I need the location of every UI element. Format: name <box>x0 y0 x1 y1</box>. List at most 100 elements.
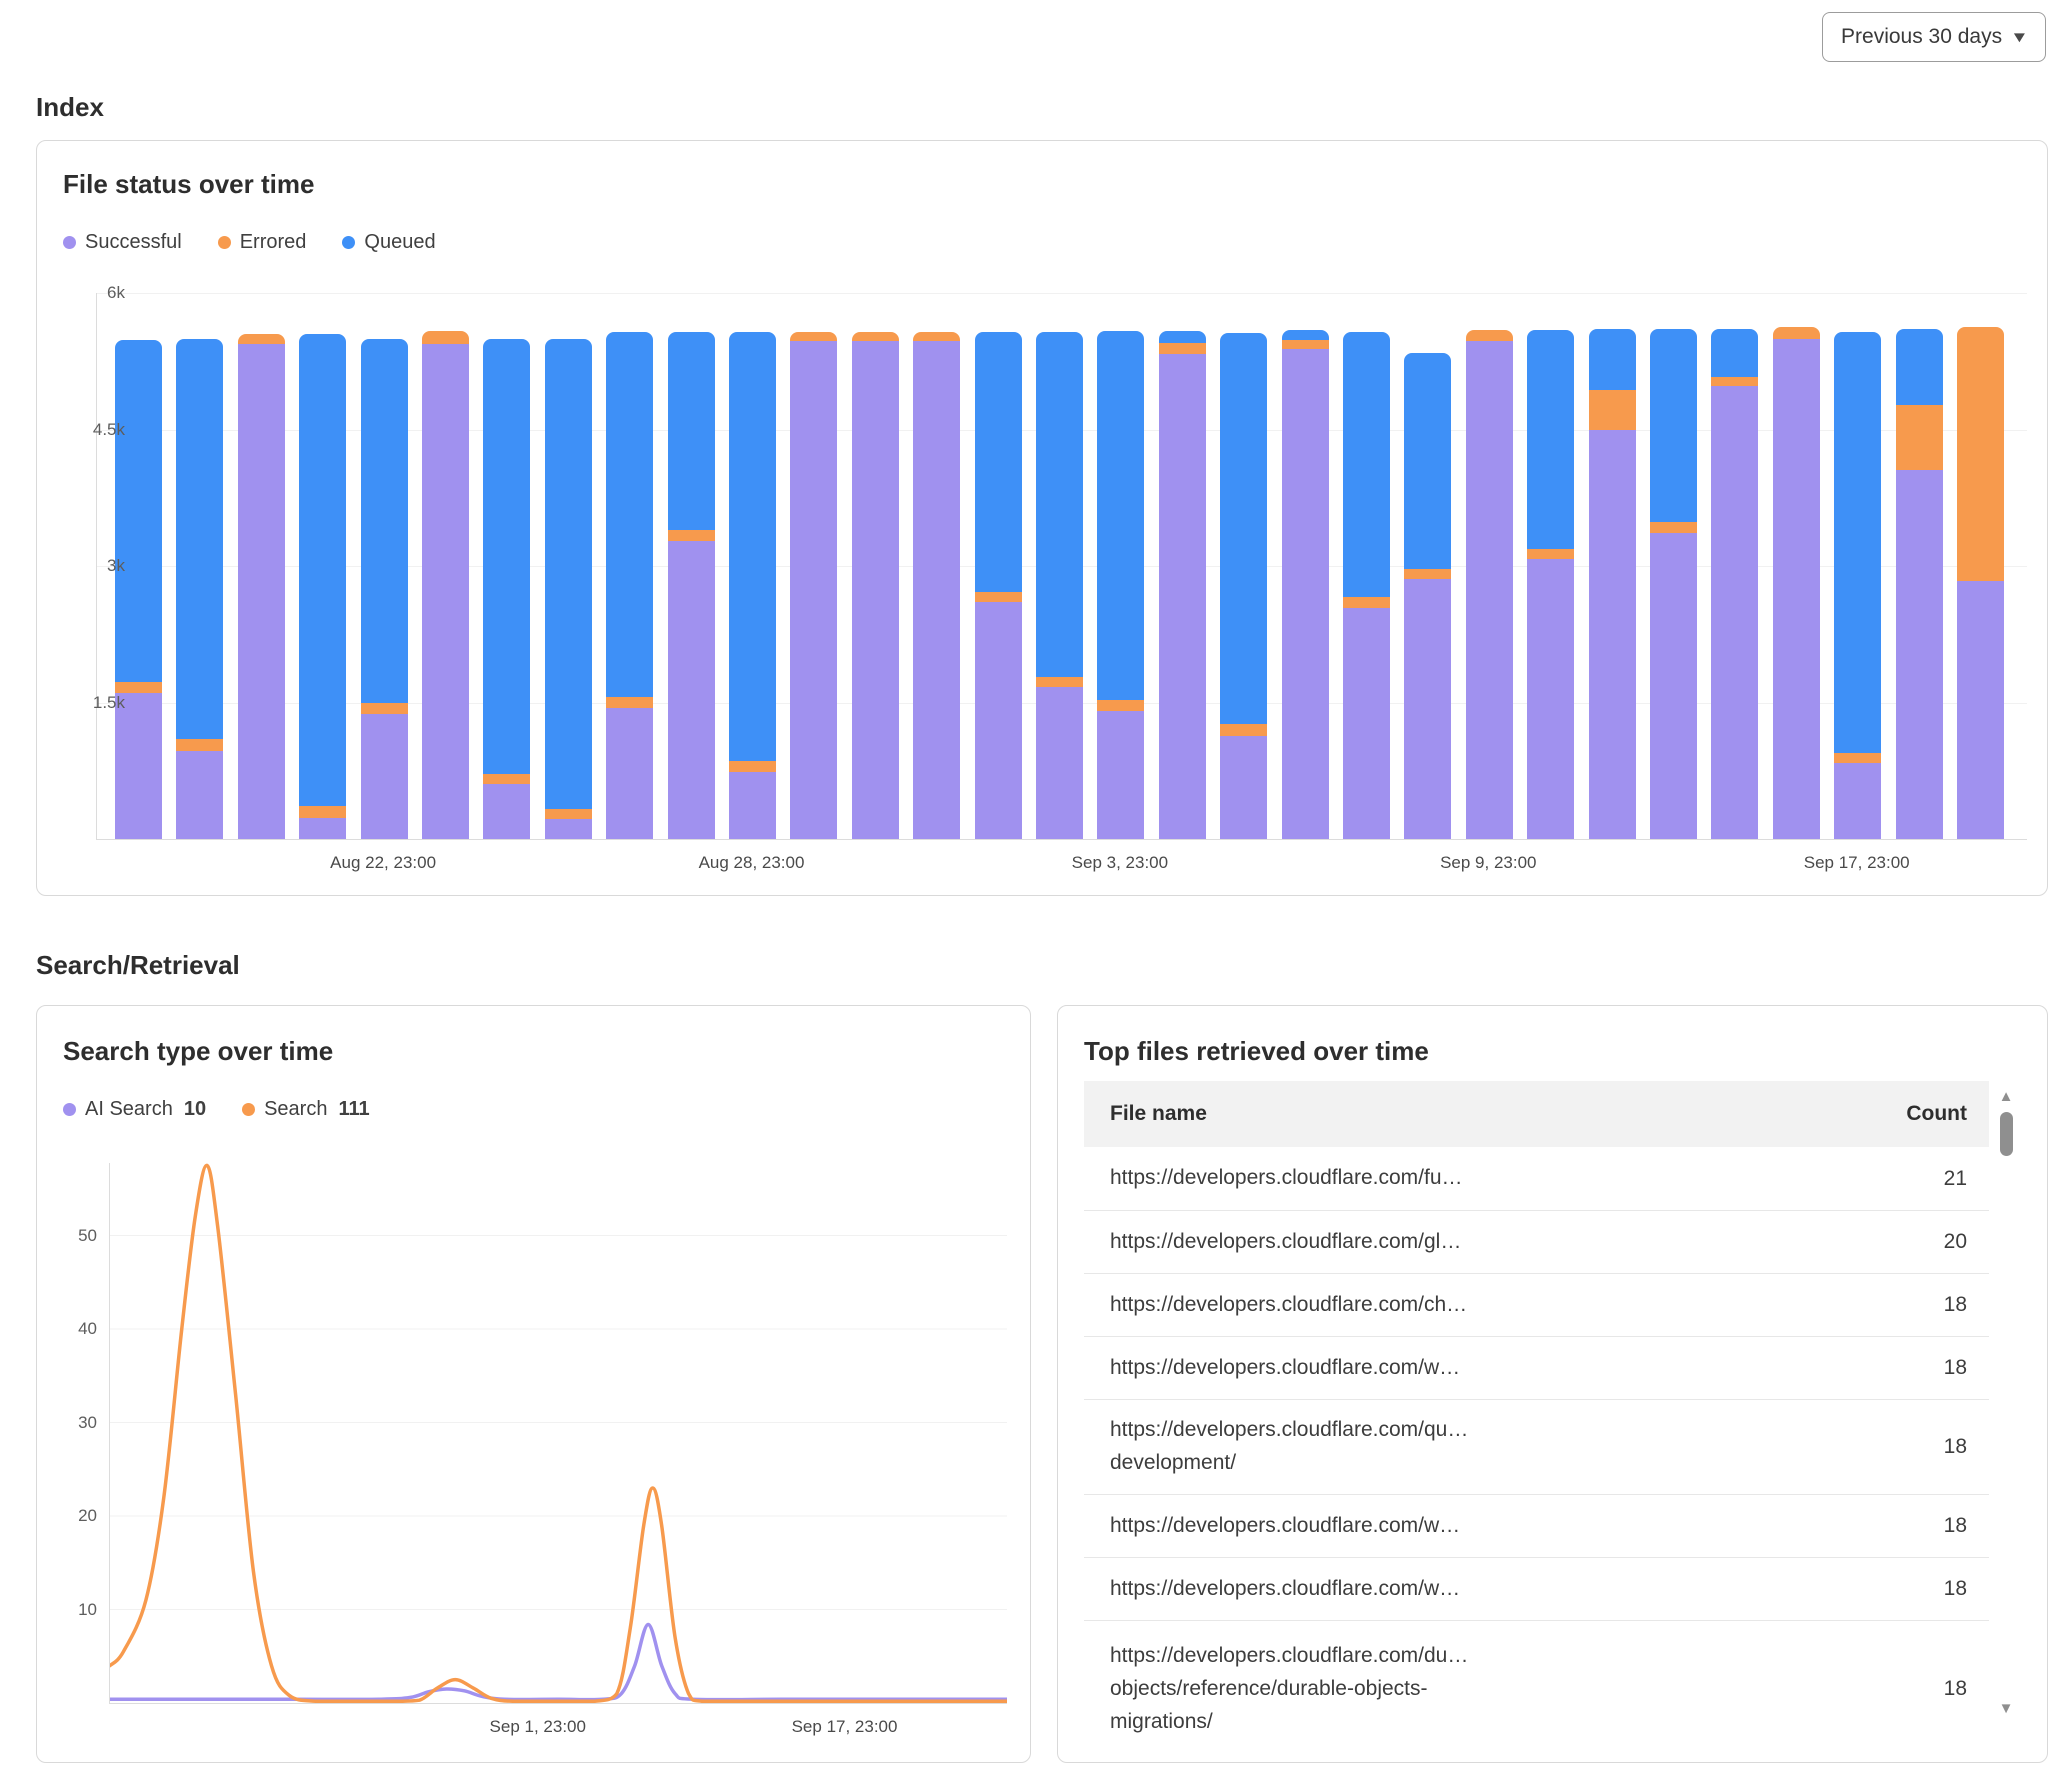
bar-segment-successful <box>483 784 530 839</box>
bar-segment-errored <box>422 331 469 344</box>
stacked-bar[interactable] <box>176 339 223 840</box>
stacked-bar[interactable] <box>1159 331 1206 839</box>
legend-label: Errored <box>240 231 307 254</box>
stacked-bar[interactable] <box>1404 353 1451 839</box>
stacked-bar[interactable] <box>422 331 469 839</box>
x-axis-tick-label: Sep 17, 23:00 <box>765 1717 925 1737</box>
stacked-bar[interactable] <box>1097 331 1144 839</box>
bar-segment-queued <box>975 332 1022 592</box>
bar-segment-errored <box>1527 549 1574 559</box>
count-cell: 18 <box>1944 1293 1989 1317</box>
bar-segment-queued <box>1343 332 1390 597</box>
bar-segment-successful <box>913 341 960 839</box>
stacked-bar[interactable] <box>299 334 346 839</box>
file-status-title: File status over time <box>63 169 314 200</box>
bar-segment-errored <box>790 332 837 341</box>
table-row[interactable]: https://developers.cloudflare.com/gl…20 <box>1084 1210 1989 1273</box>
bar-segment-successful <box>1957 581 2004 839</box>
table-row[interactable]: https://developers.cloudflare.com/qu…dev… <box>1084 1399 1989 1494</box>
x-axis-tick-label: Sep 3, 23:00 <box>1040 853 1200 873</box>
top-files-title: Top files retrieved over time <box>1084 1036 1429 1067</box>
table-row[interactable]: https://developers.cloudflare.com/w…18 <box>1084 1494 1989 1557</box>
bar-segment-errored <box>729 761 776 772</box>
stacked-bar[interactable] <box>729 332 776 839</box>
bar-segment-errored <box>668 530 715 541</box>
file-name-line: https://developers.cloudflare.com/ch… <box>1110 1289 1944 1322</box>
stacked-bar[interactable] <box>1834 332 1881 839</box>
legend-item-queued[interactable]: Queued <box>342 231 435 254</box>
bar-segment-successful <box>115 693 162 839</box>
stacked-bar[interactable] <box>606 332 653 839</box>
file-name-cell: https://developers.cloudflare.com/w… <box>1084 1352 1944 1385</box>
bar-segment-successful <box>422 344 469 839</box>
stacked-bar[interactable] <box>668 332 715 839</box>
file-name-cell: https://developers.cloudflare.com/fu… <box>1084 1162 1944 1195</box>
bar-segment-queued <box>1282 330 1329 340</box>
stacked-bar[interactable] <box>1527 330 1574 839</box>
bar-segment-successful <box>790 341 837 839</box>
stacked-bar[interactable] <box>1282 330 1329 839</box>
bar-segment-queued <box>1097 331 1144 700</box>
count-cell: 20 <box>1944 1230 1989 1254</box>
date-range-dropdown[interactable]: Previous 30 days ▼ <box>1822 12 2046 62</box>
scrollbar-up-icon[interactable]: ▲ <box>1998 1088 2014 1105</box>
bar-segment-queued <box>299 334 346 806</box>
table-row[interactable]: https://developers.cloudflare.com/w…18 <box>1084 1336 1989 1399</box>
stacked-bar[interactable] <box>238 334 285 839</box>
stacked-bar[interactable] <box>361 339 408 840</box>
bar-segment-successful <box>1220 736 1267 839</box>
stacked-bar[interactable] <box>545 339 592 840</box>
file-name-line: https://developers.cloudflare.com/gl… <box>1110 1226 1944 1259</box>
bar-segment-queued <box>1589 329 1636 391</box>
stacked-bar[interactable] <box>1466 330 1513 839</box>
bar-segment-successful <box>1343 608 1390 839</box>
stacked-bar[interactable] <box>1896 329 1943 840</box>
legend-item-search[interactable]: Search111 <box>242 1098 370 1121</box>
legend-dot-icon <box>63 236 76 249</box>
section-heading-search-retrieval: Search/Retrieval <box>36 950 240 981</box>
legend-count: 10 <box>184 1098 206 1121</box>
stacked-bar[interactable] <box>913 332 960 839</box>
bar-segment-errored <box>299 806 346 818</box>
table-row[interactable]: https://developers.cloudflare.com/w…18 <box>1084 1557 1989 1620</box>
table-row[interactable]: https://developers.cloudflare.com/du…obj… <box>1084 1620 1989 1757</box>
bar-segment-errored <box>1650 522 1697 533</box>
bar-segment-queued <box>1404 353 1451 569</box>
stacked-bar[interactable] <box>1343 332 1390 839</box>
stacked-bar[interactable] <box>790 332 837 839</box>
bar-segment-queued <box>361 339 408 704</box>
stacked-bar[interactable] <box>1773 327 1820 839</box>
bar-segment-queued <box>545 339 592 809</box>
scrollbar-down-icon[interactable]: ▼ <box>1998 1700 2014 1717</box>
file-name-line: https://developers.cloudflare.com/qu… <box>1110 1414 1944 1447</box>
search-type-chart <box>109 1163 1007 1704</box>
top-files-table-header: File name Count <box>1084 1081 1989 1147</box>
stacked-bar[interactable] <box>1036 332 1083 839</box>
file-name-line: https://developers.cloudflare.com/w… <box>1110 1510 1944 1543</box>
gridline <box>97 293 2027 294</box>
legend-item-errored[interactable]: Errored <box>218 231 307 254</box>
table-row[interactable]: https://developers.cloudflare.com/ch…18 <box>1084 1273 1989 1336</box>
scrollbar-thumb[interactable] <box>2000 1112 2013 1156</box>
legend-item-successful[interactable]: Successful <box>63 231 182 254</box>
stacked-bar[interactable] <box>975 332 1022 839</box>
stacked-bar[interactable] <box>115 340 162 839</box>
file-name-cell: https://developers.cloudflare.com/ch… <box>1084 1289 1944 1322</box>
bar-segment-successful <box>176 751 223 839</box>
stacked-bar[interactable] <box>1220 333 1267 839</box>
stacked-bar[interactable] <box>1711 329 1758 840</box>
stacked-bar[interactable] <box>852 332 899 839</box>
stacked-bar[interactable] <box>483 339 530 840</box>
section-heading-index: Index <box>36 92 104 123</box>
file-name-cell: https://developers.cloudflare.com/w… <box>1084 1510 1944 1543</box>
legend-dot-icon <box>342 236 355 249</box>
legend-dot-icon <box>218 236 231 249</box>
stacked-bar[interactable] <box>1957 327 2004 839</box>
legend-label: Search <box>264 1098 327 1121</box>
count-cell: 21 <box>1944 1167 1989 1191</box>
stacked-bar[interactable] <box>1650 329 1697 840</box>
legend-item-ai-search[interactable]: AI Search10 <box>63 1098 206 1121</box>
table-row[interactable]: https://developers.cloudflare.com/fu…21 <box>1084 1147 1989 1210</box>
stacked-bar[interactable] <box>1589 329 1636 840</box>
legend-dot-icon <box>63 1103 76 1116</box>
